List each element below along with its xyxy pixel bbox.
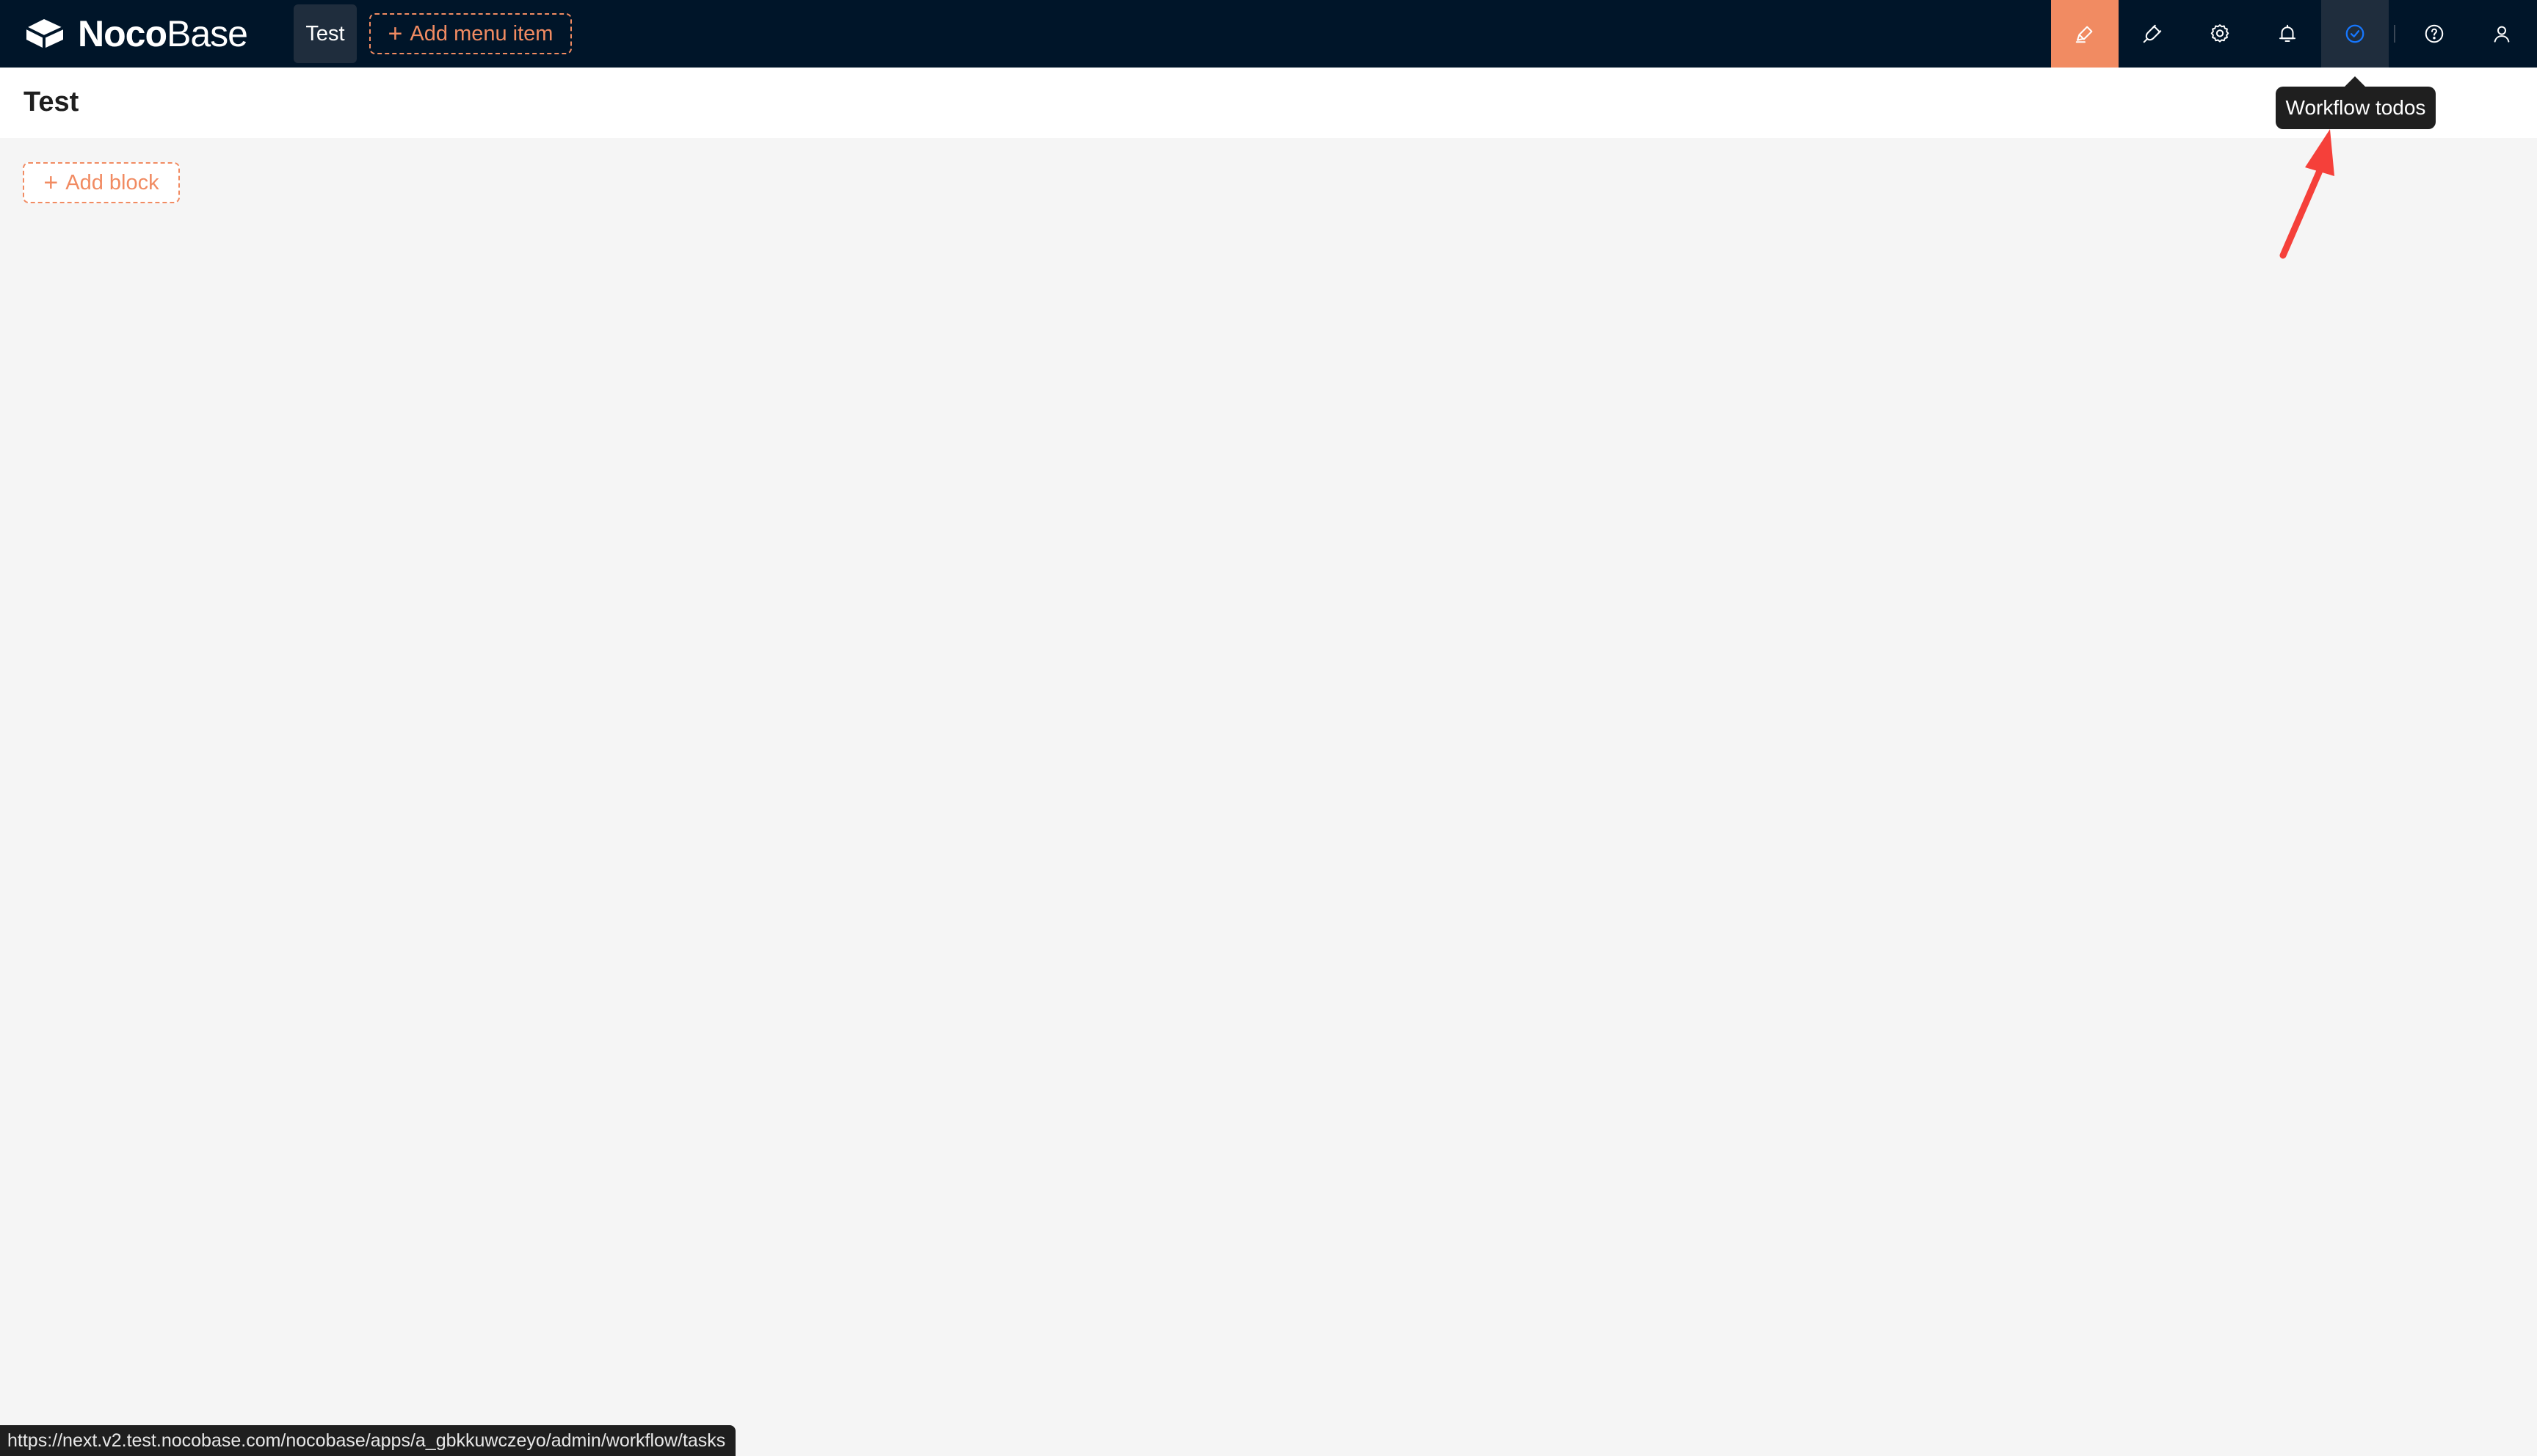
- gear-icon: [2210, 24, 2229, 43]
- plus-icon: +: [43, 169, 59, 197]
- question-circle-icon: [2425, 24, 2444, 43]
- workflow-todos-button[interactable]: [2321, 0, 2389, 68]
- check-circle-icon: [2345, 24, 2364, 43]
- brand-name: NocoBase: [78, 12, 248, 56]
- plus-icon: +: [388, 20, 403, 48]
- bell-icon: [2279, 24, 2295, 42]
- workflow-todos-tooltip: Workflow todos: [2276, 87, 2436, 129]
- user-menu-button[interactable]: [2468, 0, 2536, 68]
- brand-name-light: Base: [167, 13, 248, 54]
- highlighter-icon: [2075, 26, 2093, 43]
- add-menu-item-button[interactable]: + Add menu item: [369, 13, 572, 54]
- plugin-manager-button[interactable]: [2119, 0, 2186, 68]
- nocobase-logo-icon: [26, 19, 64, 48]
- notifications-button[interactable]: [2254, 0, 2321, 68]
- nocobase-logo[interactable]: NocoBase: [22, 12, 248, 56]
- brand-name-bold: Noco: [78, 13, 167, 54]
- status-bar-url: https://next.v2.test.nocobase.com/nocoba…: [0, 1425, 736, 1456]
- top-navigation-bar: NocoBase Test + Add menu item: [0, 0, 2537, 68]
- header-divider: [2394, 25, 2395, 43]
- help-button[interactable]: [2400, 0, 2468, 68]
- settings-button[interactable]: [2186, 0, 2254, 68]
- tooltip-arrow: [2345, 76, 2365, 87]
- ui-editor-button[interactable]: [2051, 0, 2119, 68]
- add-block-label: Add block: [65, 170, 159, 194]
- page-title: Test: [23, 87, 79, 117]
- menu-tab-test[interactable]: Test: [294, 4, 357, 63]
- annotation-arrow-icon: [2279, 129, 2334, 259]
- user-icon: [2494, 26, 2510, 43]
- plug-icon: [2143, 24, 2162, 43]
- add-menu-item-label: Add menu item: [410, 21, 554, 46]
- add-block-button[interactable]: + Add block: [23, 162, 180, 203]
- page-header: Test: [0, 68, 2537, 138]
